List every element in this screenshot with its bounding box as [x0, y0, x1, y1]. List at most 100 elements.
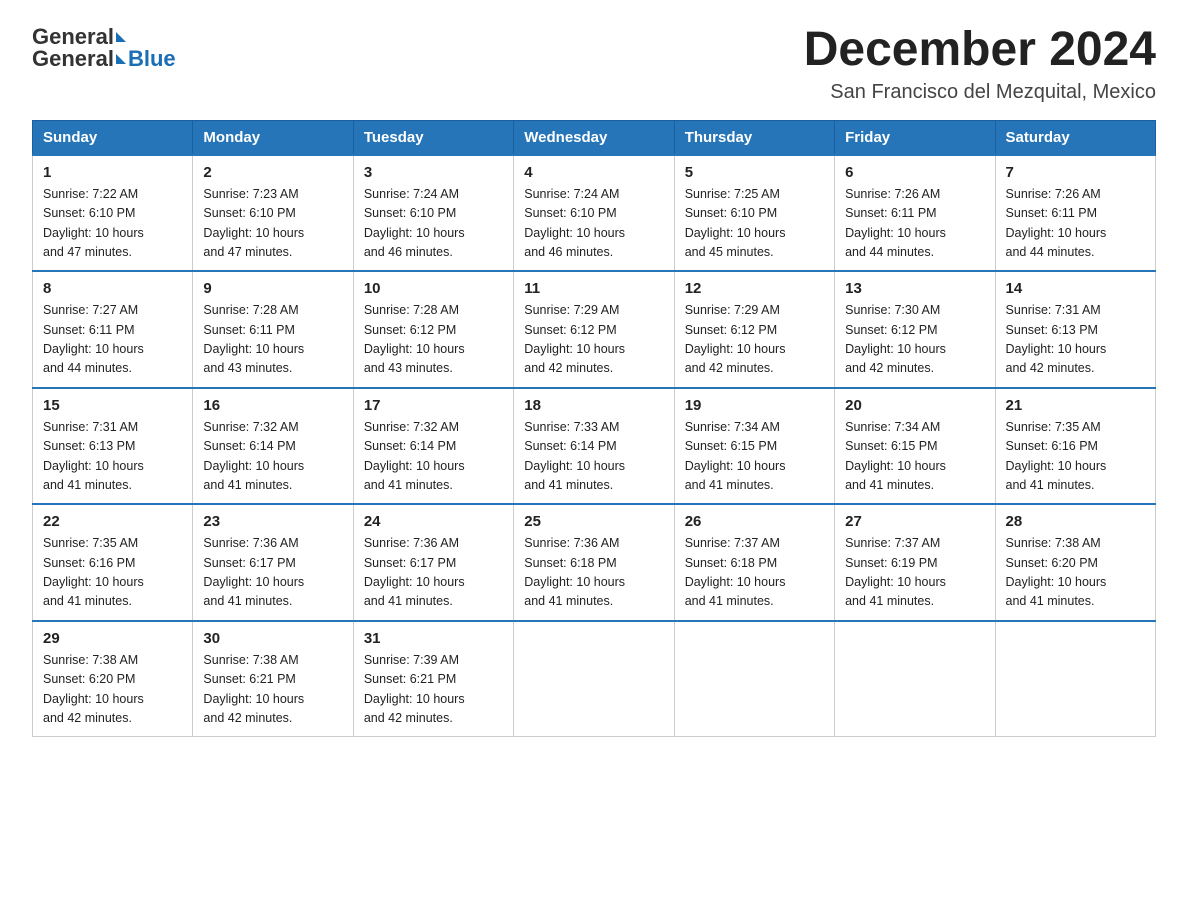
- day-number: 27: [845, 513, 984, 530]
- day-info: Sunrise: 7:32 AMSunset: 6:14 PMDaylight:…: [203, 418, 342, 496]
- table-row: [995, 621, 1155, 737]
- logo: General General Blue: [32, 24, 176, 72]
- table-row: 11 Sunrise: 7:29 AMSunset: 6:12 PMDaylig…: [514, 271, 674, 388]
- logo-arrow-icon2: [116, 54, 126, 64]
- calendar-week-row: 29 Sunrise: 7:38 AMSunset: 6:20 PMDaylig…: [33, 621, 1156, 737]
- calendar-header-row: Sunday Monday Tuesday Wednesday Thursday…: [33, 120, 1156, 155]
- table-row: 5 Sunrise: 7:25 AMSunset: 6:10 PMDayligh…: [674, 155, 834, 272]
- col-monday: Monday: [193, 120, 353, 155]
- day-number: 19: [685, 397, 824, 414]
- table-row: 1 Sunrise: 7:22 AMSunset: 6:10 PMDayligh…: [33, 155, 193, 272]
- logo-general-text2: General: [32, 46, 114, 72]
- table-row: 7 Sunrise: 7:26 AMSunset: 6:11 PMDayligh…: [995, 155, 1155, 272]
- table-row: 29 Sunrise: 7:38 AMSunset: 6:20 PMDaylig…: [33, 621, 193, 737]
- day-info: Sunrise: 7:27 AMSunset: 6:11 PMDaylight:…: [43, 301, 182, 379]
- table-row: 19 Sunrise: 7:34 AMSunset: 6:15 PMDaylig…: [674, 388, 834, 505]
- day-number: 9: [203, 280, 342, 297]
- day-number: 17: [364, 397, 503, 414]
- day-info: Sunrise: 7:36 AMSunset: 6:17 PMDaylight:…: [364, 534, 503, 612]
- table-row: 14 Sunrise: 7:31 AMSunset: 6:13 PMDaylig…: [995, 271, 1155, 388]
- col-thursday: Thursday: [674, 120, 834, 155]
- table-row: 13 Sunrise: 7:30 AMSunset: 6:12 PMDaylig…: [835, 271, 995, 388]
- day-number: 25: [524, 513, 663, 530]
- day-info: Sunrise: 7:23 AMSunset: 6:10 PMDaylight:…: [203, 185, 342, 263]
- table-row: 4 Sunrise: 7:24 AMSunset: 6:10 PMDayligh…: [514, 155, 674, 272]
- calendar-week-row: 1 Sunrise: 7:22 AMSunset: 6:10 PMDayligh…: [33, 155, 1156, 272]
- day-number: 23: [203, 513, 342, 530]
- table-row: 24 Sunrise: 7:36 AMSunset: 6:17 PMDaylig…: [353, 504, 513, 621]
- day-number: 5: [685, 164, 824, 181]
- calendar-table: Sunday Monday Tuesday Wednesday Thursday…: [32, 120, 1156, 738]
- logo-arrow-icon: [116, 32, 126, 42]
- month-title: December 2024: [804, 24, 1156, 77]
- day-number: 21: [1006, 397, 1145, 414]
- table-row: 28 Sunrise: 7:38 AMSunset: 6:20 PMDaylig…: [995, 504, 1155, 621]
- day-info: Sunrise: 7:36 AMSunset: 6:18 PMDaylight:…: [524, 534, 663, 612]
- day-info: Sunrise: 7:29 AMSunset: 6:12 PMDaylight:…: [685, 301, 824, 379]
- day-info: Sunrise: 7:31 AMSunset: 6:13 PMDaylight:…: [1006, 301, 1145, 379]
- day-number: 13: [845, 280, 984, 297]
- day-info: Sunrise: 7:32 AMSunset: 6:14 PMDaylight:…: [364, 418, 503, 496]
- table-row: 25 Sunrise: 7:36 AMSunset: 6:18 PMDaylig…: [514, 504, 674, 621]
- col-saturday: Saturday: [995, 120, 1155, 155]
- day-number: 24: [364, 513, 503, 530]
- day-number: 10: [364, 280, 503, 297]
- day-info: Sunrise: 7:37 AMSunset: 6:19 PMDaylight:…: [845, 534, 984, 612]
- table-row: 6 Sunrise: 7:26 AMSunset: 6:11 PMDayligh…: [835, 155, 995, 272]
- table-row: 31 Sunrise: 7:39 AMSunset: 6:21 PMDaylig…: [353, 621, 513, 737]
- day-number: 11: [524, 280, 663, 297]
- day-info: Sunrise: 7:26 AMSunset: 6:11 PMDaylight:…: [1006, 185, 1145, 263]
- day-number: 3: [364, 164, 503, 181]
- day-info: Sunrise: 7:38 AMSunset: 6:20 PMDaylight:…: [1006, 534, 1145, 612]
- day-info: Sunrise: 7:36 AMSunset: 6:17 PMDaylight:…: [203, 534, 342, 612]
- table-row: [835, 621, 995, 737]
- col-wednesday: Wednesday: [514, 120, 674, 155]
- table-row: 3 Sunrise: 7:24 AMSunset: 6:10 PMDayligh…: [353, 155, 513, 272]
- day-number: 6: [845, 164, 984, 181]
- day-info: Sunrise: 7:34 AMSunset: 6:15 PMDaylight:…: [685, 418, 824, 496]
- calendar-week-row: 22 Sunrise: 7:35 AMSunset: 6:16 PMDaylig…: [33, 504, 1156, 621]
- table-row: 18 Sunrise: 7:33 AMSunset: 6:14 PMDaylig…: [514, 388, 674, 505]
- col-tuesday: Tuesday: [353, 120, 513, 155]
- table-row: [514, 621, 674, 737]
- day-info: Sunrise: 7:24 AMSunset: 6:10 PMDaylight:…: [524, 185, 663, 263]
- table-row: 8 Sunrise: 7:27 AMSunset: 6:11 PMDayligh…: [33, 271, 193, 388]
- table-row: 30 Sunrise: 7:38 AMSunset: 6:21 PMDaylig…: [193, 621, 353, 737]
- day-number: 1: [43, 164, 182, 181]
- day-number: 15: [43, 397, 182, 414]
- day-info: Sunrise: 7:38 AMSunset: 6:21 PMDaylight:…: [203, 651, 342, 729]
- day-number: 20: [845, 397, 984, 414]
- day-info: Sunrise: 7:25 AMSunset: 6:10 PMDaylight:…: [685, 185, 824, 263]
- table-row: 10 Sunrise: 7:28 AMSunset: 6:12 PMDaylig…: [353, 271, 513, 388]
- day-number: 28: [1006, 513, 1145, 530]
- day-info: Sunrise: 7:35 AMSunset: 6:16 PMDaylight:…: [43, 534, 182, 612]
- day-number: 31: [364, 630, 503, 647]
- day-info: Sunrise: 7:37 AMSunset: 6:18 PMDaylight:…: [685, 534, 824, 612]
- day-info: Sunrise: 7:29 AMSunset: 6:12 PMDaylight:…: [524, 301, 663, 379]
- day-info: Sunrise: 7:39 AMSunset: 6:21 PMDaylight:…: [364, 651, 503, 729]
- day-info: Sunrise: 7:28 AMSunset: 6:12 PMDaylight:…: [364, 301, 503, 379]
- day-number: 14: [1006, 280, 1145, 297]
- table-row: [674, 621, 834, 737]
- day-number: 2: [203, 164, 342, 181]
- day-number: 26: [685, 513, 824, 530]
- table-row: 12 Sunrise: 7:29 AMSunset: 6:12 PMDaylig…: [674, 271, 834, 388]
- location-text: San Francisco del Mezquital, Mexico: [804, 81, 1156, 104]
- table-row: 16 Sunrise: 7:32 AMSunset: 6:14 PMDaylig…: [193, 388, 353, 505]
- day-info: Sunrise: 7:26 AMSunset: 6:11 PMDaylight:…: [845, 185, 984, 263]
- day-info: Sunrise: 7:28 AMSunset: 6:11 PMDaylight:…: [203, 301, 342, 379]
- day-info: Sunrise: 7:31 AMSunset: 6:13 PMDaylight:…: [43, 418, 182, 496]
- table-row: 2 Sunrise: 7:23 AMSunset: 6:10 PMDayligh…: [193, 155, 353, 272]
- day-number: 16: [203, 397, 342, 414]
- page-header: General General Blue December 2024 San F…: [32, 24, 1156, 104]
- title-block: December 2024 San Francisco del Mezquita…: [804, 24, 1156, 104]
- day-info: Sunrise: 7:35 AMSunset: 6:16 PMDaylight:…: [1006, 418, 1145, 496]
- day-number: 12: [685, 280, 824, 297]
- table-row: 20 Sunrise: 7:34 AMSunset: 6:15 PMDaylig…: [835, 388, 995, 505]
- day-info: Sunrise: 7:38 AMSunset: 6:20 PMDaylight:…: [43, 651, 182, 729]
- day-info: Sunrise: 7:30 AMSunset: 6:12 PMDaylight:…: [845, 301, 984, 379]
- calendar-week-row: 8 Sunrise: 7:27 AMSunset: 6:11 PMDayligh…: [33, 271, 1156, 388]
- col-friday: Friday: [835, 120, 995, 155]
- col-sunday: Sunday: [33, 120, 193, 155]
- calendar-week-row: 15 Sunrise: 7:31 AMSunset: 6:13 PMDaylig…: [33, 388, 1156, 505]
